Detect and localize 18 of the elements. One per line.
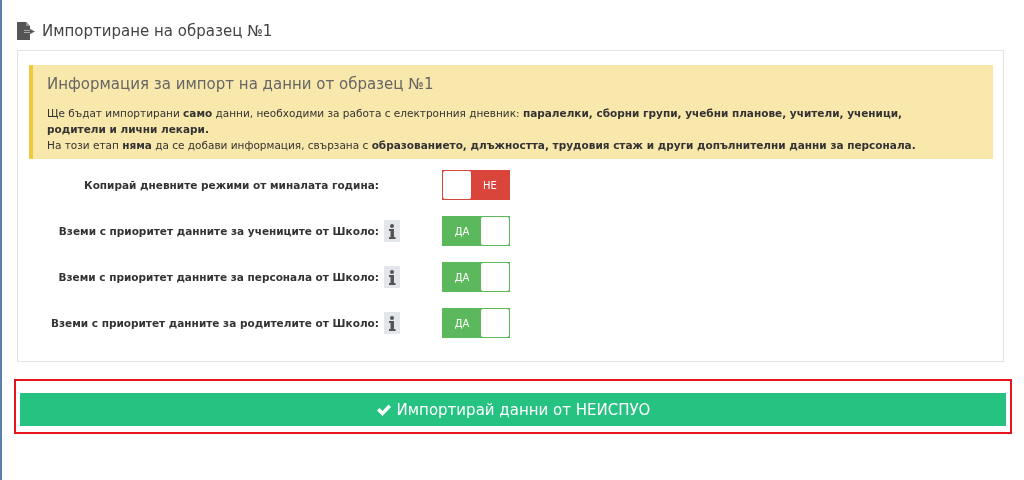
toggle-switch[interactable]: ДА — [442, 262, 510, 292]
info-icon[interactable] — [384, 312, 400, 334]
option-label: Вземи с приоритет данните за учениците от Школо: — [58, 225, 379, 237]
info-title: Информация за импорт на данни от образец №1 — [47, 75, 435, 93]
toggle-switch[interactable]: ДА — [442, 216, 510, 246]
section-title: Импортиране на образец №1 — [42, 22, 273, 40]
option-label: Вземи с приоритет данните за персонала от Школо: — [58, 271, 379, 283]
info-text: На този етап няма да се добави информация, свързана с образованието, длъжността, трудовия стаж и други допълнителни данни за персонала. — [47, 138, 917, 153]
toggle-switch[interactable]: НЕ — [442, 170, 510, 200]
file-export-icon — [16, 22, 36, 40]
info-icon[interactable] — [384, 266, 400, 288]
option-label: Копирай дневните режими от миналата година: — [84, 179, 379, 191]
option-label: Вземи с приоритет данните за родителите от Школо: — [50, 317, 379, 329]
info-text: Ще бъдат импортирани само данни, необходими за работа с електронния дневник: паралелки, сборни групи, учебни планове, учители, ученици, родители и лични лекари. — [47, 106, 904, 137]
check-icon — [375, 402, 392, 417]
toggle-switch[interactable]: ДА — [442, 308, 510, 338]
info-icon[interactable] — [384, 220, 400, 242]
import-button[interactable]: Импортирай данни от НЕИСПУО — [20, 393, 1006, 426]
